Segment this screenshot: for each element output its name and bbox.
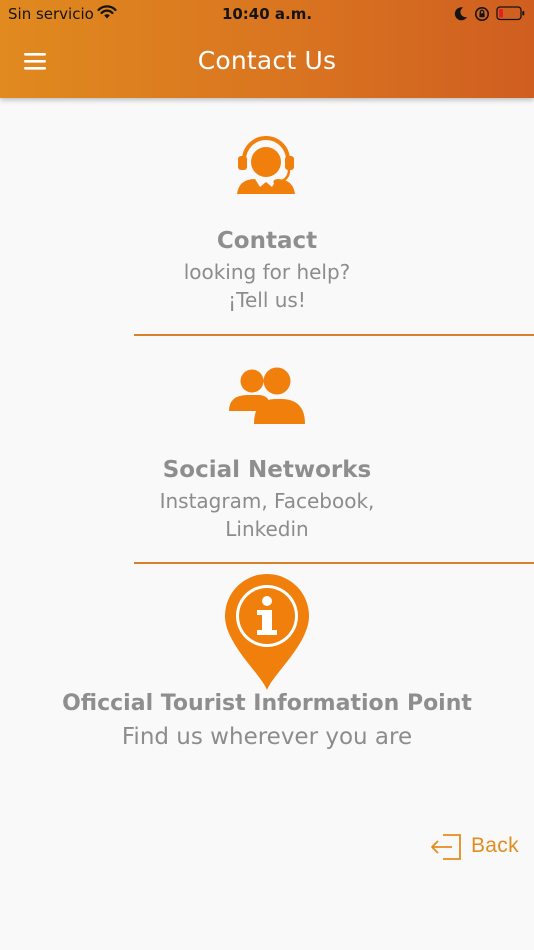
- people-group-icon: [226, 365, 308, 431]
- section-subtitle: Instagram, Facebook,: [159, 489, 375, 513]
- tourist-info-section[interactable]: Oficcial Tourist Information Point Find …: [0, 568, 534, 758]
- section-divider: [134, 562, 534, 564]
- battery-icon: [496, 6, 526, 25]
- section-title: Contact: [216, 228, 318, 254]
- back-arrow-icon: [430, 832, 464, 867]
- social-networks-section[interactable]: Social Networks Instagram, Facebook, Lin…: [0, 350, 534, 555]
- moon-icon: [454, 6, 468, 25]
- section-title: Social Networks: [162, 457, 372, 483]
- contact-section[interactable]: Contact looking for help? ¡Tell us!: [0, 120, 534, 330]
- section-subtitle: looking for help?: [183, 260, 351, 284]
- headset-support-icon: [232, 132, 300, 198]
- app-header: Sin servicio 10:40 a.m. Contact Us: [0, 0, 534, 98]
- back-button[interactable]: Back: [430, 830, 519, 867]
- page-title: Contact Us: [197, 46, 337, 75]
- status-bar: Sin servicio 10:40 a.m.: [0, 0, 534, 28]
- hamburger-menu-icon[interactable]: [22, 50, 50, 74]
- section-title: Oficcial Tourist Information Point: [62, 691, 472, 716]
- section-subtitle: Find us wherever you are: [121, 724, 413, 750]
- section-subtitle: ¡Tell us!: [228, 288, 306, 312]
- info-location-pin-icon: [221, 570, 313, 696]
- orientation-lock-icon: [474, 6, 490, 26]
- back-label: Back: [471, 834, 519, 857]
- section-subtitle: Linkedin: [225, 517, 309, 541]
- section-divider: [134, 334, 534, 336]
